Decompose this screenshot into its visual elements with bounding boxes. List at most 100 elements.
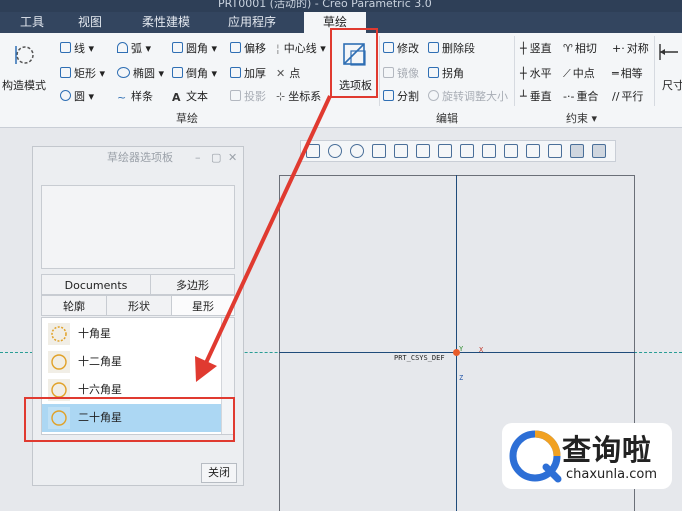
coincident-constraint[interactable]: -·- 重合 [563, 88, 598, 104]
group-label-constraint[interactable]: 约束 ▾ [566, 110, 597, 126]
rectangle-tool[interactable]: 矩形 ▾ [60, 65, 105, 81]
midpoint-constraint[interactable]: ⟋ 中点 [563, 65, 595, 81]
symmetric-constraint[interactable]: +· 对称 [612, 40, 649, 56]
coordinate-system-icon: ⊹ [276, 90, 286, 103]
spline-tool[interactable]: ~ 样条 [117, 88, 153, 104]
centerline-tool[interactable]: ¦ 中心线 ▾ [276, 40, 326, 56]
window-title-bar: PRT0001 (活动的) - Creo Parametric 3.0 [0, 0, 682, 12]
construct-mode-label[interactable]: 构造模式 [2, 77, 46, 93]
offset-icon [230, 42, 241, 53]
corner-icon [428, 67, 439, 78]
equal-icon: ═ [612, 67, 619, 80]
thicken-tool[interactable]: 加厚 [230, 65, 266, 81]
tab-star[interactable]: 星形 [171, 295, 235, 316]
text-tool[interactable]: A 文本 [172, 88, 208, 104]
watermark-badge: 查询啦 chaxunla.com [502, 423, 672, 489]
repaint-icon[interactable] [372, 144, 386, 158]
horizontal-constraint[interactable]: ┼ 水平 [520, 65, 552, 81]
tangent-icon: ♈ [563, 42, 573, 55]
divide-tool[interactable]: 分割 [383, 88, 419, 104]
modify-tool[interactable]: 修改 [383, 40, 419, 56]
vertical-constraint[interactable]: ┼ 竖直 [520, 40, 552, 56]
tab-flexible-modeling[interactable]: 柔性建模 [126, 12, 206, 33]
list-item-label: 十角星 [78, 327, 111, 340]
equal-constraint[interactable]: ═ 相等 [612, 65, 643, 81]
centerline-icon: ¦ [276, 42, 280, 55]
fillet-icon [172, 42, 183, 53]
point-tool[interactable]: ✕ 点 [276, 65, 300, 81]
project-tool[interactable]: 投影 [230, 88, 266, 104]
ribbon-separator [514, 36, 515, 106]
group-label-sketch: 草绘 [176, 112, 198, 125]
sketch-view-icon[interactable] [548, 144, 562, 158]
chamfer-tool[interactable]: 倒角 ▾ [172, 65, 217, 81]
symmetric-icon: +· [612, 42, 625, 55]
dimension-label[interactable]: 尺寸 [662, 77, 682, 93]
vertical-icon: ┼ [520, 42, 527, 55]
project-icon [230, 90, 241, 101]
dimension-icon[interactable] [658, 42, 680, 62]
fillet-tool[interactable]: 圆角 ▾ [172, 40, 217, 56]
tab-polygon[interactable]: 多边形 [150, 274, 235, 295]
view-manager-icon[interactable] [438, 144, 452, 158]
star-12-icon [48, 351, 70, 373]
watermark-url: chaxunla.com [566, 467, 657, 482]
tab-profile[interactable]: 轮廓 [41, 295, 107, 316]
list-item-12-star[interactable]: 十二角星 [42, 348, 222, 376]
watermark-logo-icon [509, 430, 562, 483]
line-icon [60, 42, 71, 53]
graphics-toolbar [300, 140, 616, 162]
zoom-out-icon[interactable] [350, 144, 364, 158]
tab-shape[interactable]: 形状 [106, 295, 172, 316]
rotate-resize-tool[interactable]: 旋转调整大小 [428, 88, 508, 104]
ellipse-tool[interactable]: 椭圆 ▾ [117, 65, 164, 81]
spline-icon: ~ [117, 91, 127, 104]
axis-x-label: X [479, 346, 484, 354]
list-item-10-star[interactable]: 十角星 [42, 320, 222, 348]
sketcher-display-filters-icon[interactable] [570, 144, 584, 158]
perspective-icon[interactable] [460, 144, 474, 158]
arc-icon [117, 42, 128, 53]
chamfer-icon [172, 67, 183, 78]
shape-preview-area [41, 185, 235, 269]
circle-tool[interactable]: 圆 ▾ [60, 88, 94, 104]
coordinate-system-tool[interactable]: ⊹ 坐标系 [276, 88, 321, 104]
offset-tool[interactable]: 偏移 [230, 40, 266, 56]
midpoint-icon: ⟋ [563, 67, 571, 80]
close-button[interactable]: 关闭 [201, 463, 237, 483]
tab-view[interactable]: 视图 [62, 12, 118, 33]
tangent-constraint[interactable]: ♈ 相切 [563, 40, 597, 56]
arc-tool[interactable]: 弧 ▾ [117, 40, 151, 56]
spin-center-icon[interactable] [504, 144, 518, 158]
saved-orientations-icon[interactable] [416, 144, 430, 158]
palette-highlight-box [330, 28, 378, 98]
construct-mode-icon[interactable] [12, 42, 38, 68]
minimize-icon[interactable]: – [195, 147, 201, 169]
refit-icon[interactable] [306, 144, 320, 158]
rotate-resize-icon [428, 90, 439, 101]
star-10-icon [48, 323, 70, 345]
csys-label: PRT_CSYS_DEF [394, 354, 445, 362]
datum-display-icon[interactable] [482, 144, 496, 158]
vertical-axis-line [456, 175, 457, 511]
parallel-icon: // [612, 90, 620, 103]
mirror-tool[interactable]: 镜像 [383, 65, 419, 81]
constraint-display-icon[interactable] [592, 144, 606, 158]
tab-tools[interactable]: 工具 [6, 12, 58, 33]
text-icon: A [172, 91, 181, 104]
tab-applications[interactable]: 应用程序 [212, 12, 292, 33]
annotation-display-icon[interactable] [526, 144, 540, 158]
maximize-icon[interactable]: ▢ [211, 147, 221, 169]
close-icon[interactable]: ✕ [228, 147, 237, 169]
parallel-constraint[interactable]: //平行 [612, 88, 643, 104]
coincident-icon: -·- [563, 90, 575, 103]
display-style-icon[interactable] [394, 144, 408, 158]
axis-z-label: Z [459, 374, 464, 382]
line-tool[interactable]: 线 ▾ [60, 40, 94, 56]
circle-icon [60, 90, 71, 101]
zoom-in-icon[interactable] [328, 144, 342, 158]
perpendicular-constraint[interactable]: ┴ 垂直 [520, 88, 552, 104]
delete-segment-tool[interactable]: 删除段 [428, 40, 475, 56]
corner-tool[interactable]: 拐角 [428, 65, 464, 81]
tab-documents[interactable]: Documents [41, 274, 151, 295]
